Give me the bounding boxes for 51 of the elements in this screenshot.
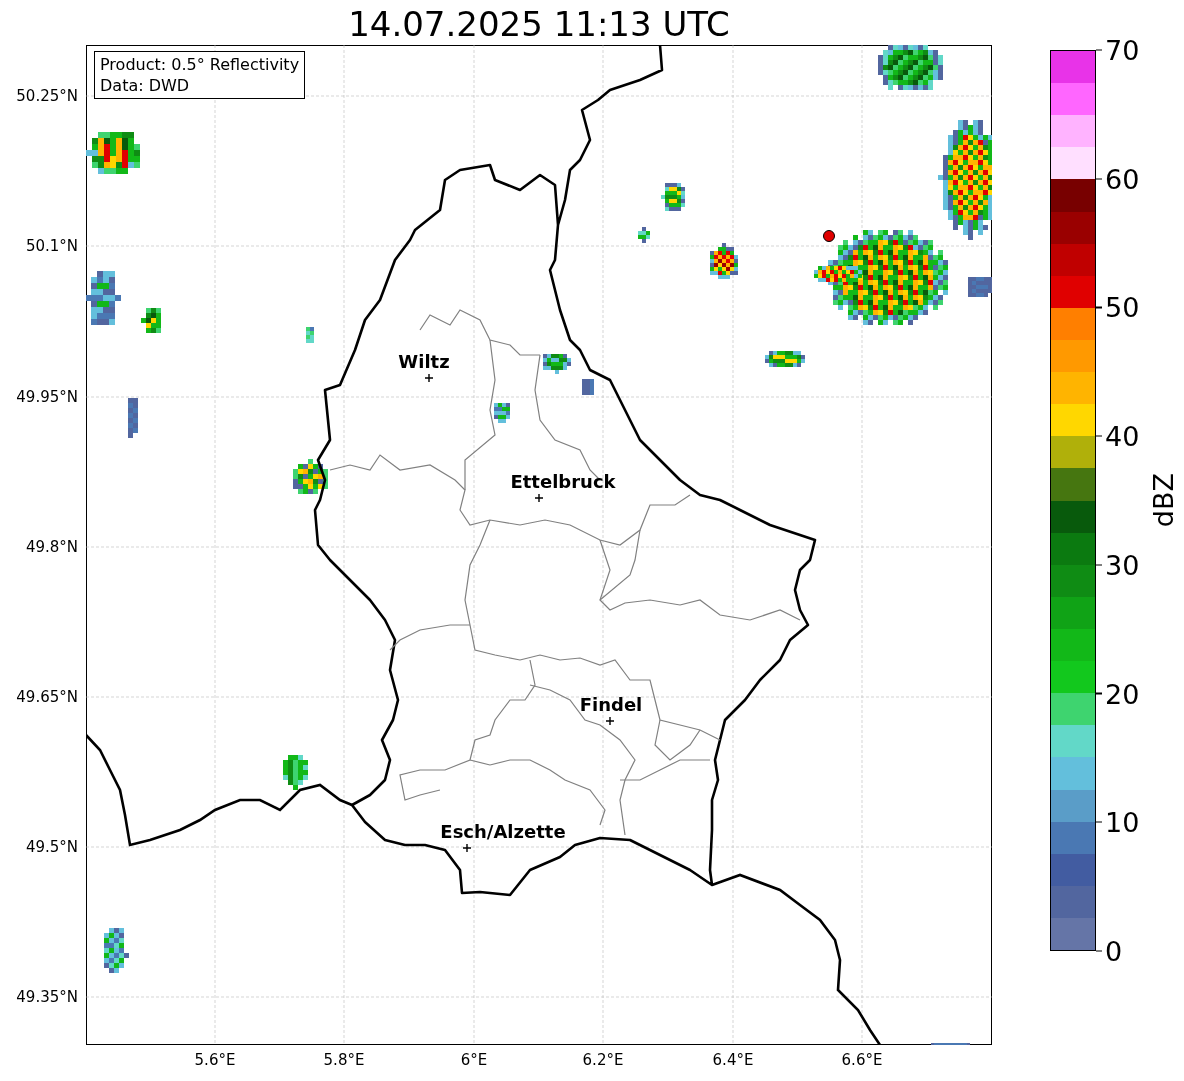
- place-label: Ettelbruck: [510, 471, 616, 492]
- plus-marker-icon: [534, 493, 544, 503]
- radar-echo: [141, 308, 161, 333]
- tick-label: 60: [1105, 165, 1140, 193]
- latitude-label: 49.35°N: [16, 988, 78, 1006]
- longitude-label: 6.4°E: [712, 1051, 754, 1069]
- longitude-label: 6°E: [460, 1051, 488, 1069]
- latitude-label: 49.95°N: [16, 388, 78, 406]
- tick-label: 20: [1105, 680, 1140, 708]
- radar-echo: [86, 132, 140, 174]
- radar-echo: [638, 227, 650, 243]
- radar-echo: [104, 928, 129, 973]
- place-label: Findel: [579, 694, 643, 715]
- radar-echo: [968, 277, 992, 297]
- plus-marker-icon: [462, 843, 472, 853]
- latitude-label: 49.8°N: [25, 538, 78, 556]
- radar-echo: [306, 327, 314, 343]
- tick-label: 0: [1105, 937, 1123, 965]
- radar-echo: [494, 403, 510, 423]
- tick-label: 50: [1105, 293, 1140, 321]
- place-label: Wiltz: [398, 351, 450, 372]
- longitude-label: 5.6°E: [194, 1051, 236, 1069]
- longitude-label: 6.6°E: [841, 1051, 883, 1069]
- radar-echo: [582, 379, 594, 395]
- tick-label: 70: [1105, 36, 1140, 64]
- chart-title: 14.07.2025 11:13 UTC: [347, 7, 731, 45]
- longitude-label: 6.2°E: [582, 1051, 624, 1069]
- radar-echo: [86, 271, 121, 325]
- tick-label: 10: [1105, 808, 1140, 836]
- radar-echo: [878, 45, 943, 90]
- longitude-label: 5.8°E: [323, 1051, 365, 1069]
- colorbar-label: dBZ: [1148, 473, 1179, 528]
- latitude-label: 49.5°N: [25, 838, 78, 856]
- latitude-label: 50.25°N: [16, 87, 78, 105]
- tick-label: 40: [1105, 422, 1140, 450]
- info-text: Product: 0.5° Reflectivity: [100, 54, 300, 75]
- radar-echo: [765, 351, 805, 367]
- radar-echo: [543, 354, 571, 374]
- location-dot-icon: [823, 230, 835, 242]
- latitude-label: 50.1°N: [25, 237, 78, 255]
- tick-label: 30: [1105, 551, 1140, 579]
- radar-echo: [293, 459, 328, 494]
- radar-echo: [710, 243, 738, 279]
- plus-marker-icon: [605, 716, 615, 726]
- place-label: Esch/Alzette: [440, 821, 566, 842]
- latitude-label: 49.65°N: [16, 688, 78, 706]
- radar-echo: [128, 398, 138, 438]
- radar-echo: [661, 183, 685, 211]
- plus-marker-icon: [424, 373, 434, 383]
- radar-echo: [283, 755, 308, 790]
- info-text: Data: DWD: [100, 75, 191, 96]
